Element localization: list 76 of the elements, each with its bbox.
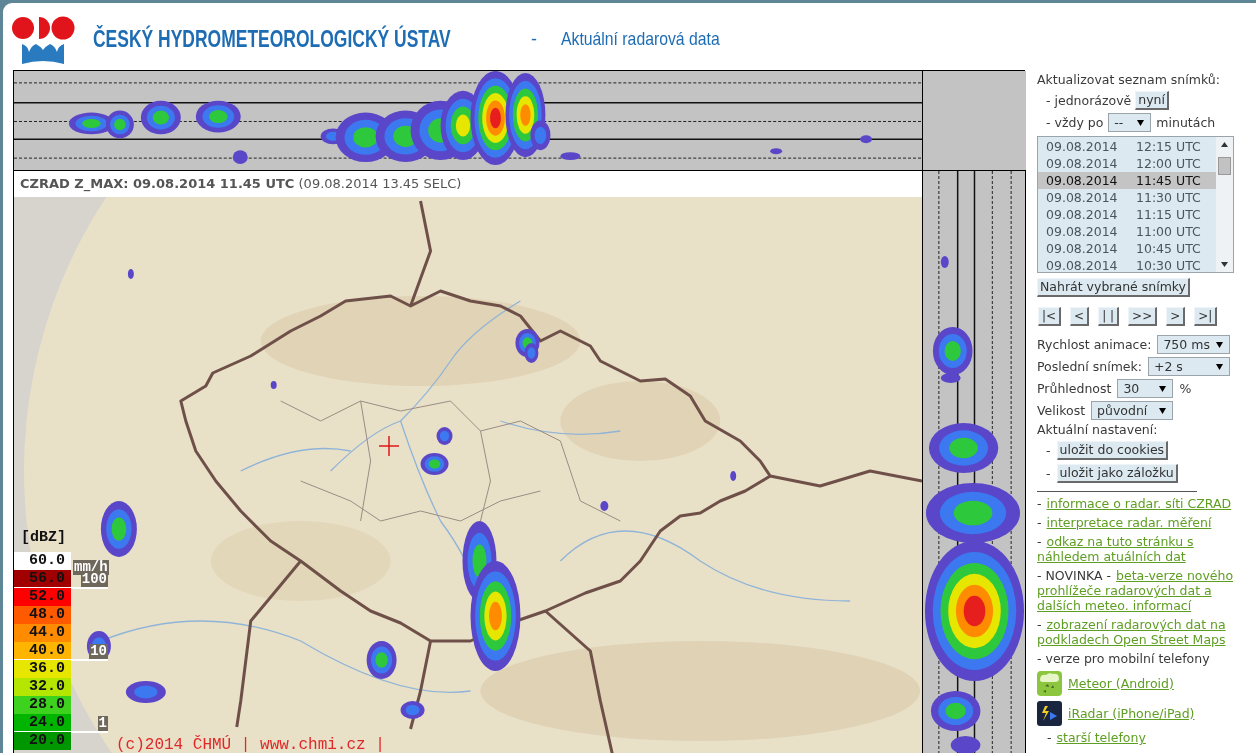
- load-frames-button[interactable]: Nahrát vybrané snímky: [1037, 278, 1190, 297]
- link-list-entry: - starší telefony: [1047, 730, 1256, 745]
- frame-option[interactable]: 09.08.2014 12:15 UTC: [1038, 138, 1216, 155]
- playback-button[interactable]: >: [1166, 307, 1186, 326]
- caret-down-icon: [1216, 341, 1224, 348]
- title-separator: -: [531, 28, 537, 51]
- link-list-entry: - odkaz na tuto stránku s náhledem atuálních dat: [1037, 534, 1256, 564]
- scroll-down-icon[interactable]: [1221, 262, 1228, 267]
- legend-value: 60.0: [14, 552, 71, 570]
- playback-button[interactable]: >>: [1128, 307, 1158, 326]
- frame-option[interactable]: 09.08.2014 10:30 UTC: [1038, 257, 1216, 274]
- link-list-entry: - NOVINKA - beta-verze nového prohlížeče radarových dat a dalších meteo. informací: [1037, 568, 1235, 613]
- frame-option[interactable]: 09.08.2014 11:00 UTC: [1038, 223, 1216, 240]
- scrollbar[interactable]: [1216, 137, 1233, 272]
- dropdown[interactable]: 30: [1117, 379, 1174, 398]
- dropdown[interactable]: 750 ms: [1157, 335, 1231, 354]
- caret-down-icon: [1137, 119, 1145, 126]
- refresh-once-label: - jednorázově: [1046, 93, 1132, 108]
- legend-value: 24.0: [14, 714, 71, 732]
- rain-cloud-app-icon: [1037, 671, 1062, 696]
- dropdown[interactable]: původní: [1091, 401, 1174, 420]
- refresh-now-button[interactable]: nyní: [1135, 91, 1169, 110]
- scroll-up-icon[interactable]: [1221, 142, 1228, 147]
- list-dash: -: [1046, 443, 1051, 458]
- site-title: ČESKÝ HYDROMETEOROLOGICKÝ ÚSTAV: [93, 24, 451, 55]
- save-settings-button[interactable]: uložit do cookies: [1056, 441, 1169, 460]
- rain-rate-label: 1: [97, 716, 108, 731]
- rain-rate-label: 10: [89, 644, 108, 659]
- playback-button[interactable]: | |: [1098, 307, 1120, 326]
- list-dash: -: [1046, 466, 1051, 481]
- lightning-app-icon: [1037, 701, 1062, 726]
- link-list-entry: - informace o radar. síti CZRAD: [1037, 496, 1256, 511]
- legend-value: 32.0: [14, 678, 71, 696]
- caret-down-icon: [1215, 363, 1223, 370]
- legend-value: 28.0: [14, 696, 71, 714]
- save-settings-button[interactable]: uložit jako záložku: [1056, 464, 1178, 483]
- playback-button[interactable]: >|: [1194, 307, 1218, 326]
- legend-value: 48.0: [14, 606, 71, 624]
- setting-label: Poslední snímek:: [1037, 359, 1142, 374]
- legend-value: 52.0: [14, 588, 71, 606]
- logo-icon: [12, 15, 75, 64]
- dropdown[interactable]: +2 s: [1147, 357, 1230, 376]
- legend-value: 20.0: [14, 732, 71, 750]
- page-subtitle: Aktuální radarová data: [561, 27, 720, 52]
- caret-down-icon: [1159, 385, 1167, 392]
- frame-option[interactable]: 09.08.2014 11:45 UTC: [1038, 172, 1216, 189]
- frame-option[interactable]: 09.08.2014 11:15 UTC: [1038, 206, 1216, 223]
- frame-list[interactable]: 09.08.2014 12:15 UTC 09.08.2014 12:00 UTC 09.08.2014 11:45 UTC 09.08.2014 11:30 UTC 09.08.2014 11:15 UTC 09.08.2014 11:00 UTC 09.08.2014 10:45 UTC 09.08.2014 10:30 UTC: [1037, 136, 1234, 273]
- refresh-interval-label: - vždy po: [1046, 115, 1104, 130]
- legend-value: 56.0: [14, 570, 71, 588]
- caret-down-icon: [1159, 407, 1167, 414]
- setting-label: Velikost: [1037, 403, 1086, 418]
- playback-button[interactable]: |<: [1038, 307, 1062, 326]
- crosshair-marker-icon: [379, 436, 399, 456]
- legend-value: 44.0: [14, 624, 71, 642]
- copyright-text: (c)2014 ČHMÚ | www.chmi.cz |: [116, 737, 385, 753]
- saved-settings-heading: Aktuální nastavení:: [1037, 422, 1159, 437]
- minutes-label: minutách: [1156, 115, 1216, 130]
- link-list-entry: - zobrazení radarových dat na podkladech Open Street Maps: [1037, 617, 1256, 647]
- link-list-entry: - interpretace radar. měření: [1037, 515, 1256, 530]
- setting-label: Průhlednost: [1037, 381, 1112, 396]
- playback-button[interactable]: <: [1070, 307, 1090, 326]
- list-text: - verze pro mobilní telefony: [1037, 651, 1211, 666]
- legend-unit-label: [dBZ]: [21, 529, 66, 546]
- refresh-heading: Aktualizovat seznam snímků:: [1037, 72, 1221, 87]
- rain-rate-label: 100: [80, 572, 108, 587]
- legend-value: 36.0: [14, 660, 71, 678]
- frame-option[interactable]: 09.08.2014 10:45 UTC: [1038, 240, 1216, 257]
- setting-label: Rychlost animace:: [1037, 337, 1152, 352]
- unit-label: %: [1179, 381, 1192, 396]
- scrollbar-thumb[interactable]: [1218, 157, 1231, 175]
- frame-option[interactable]: 09.08.2014 12:00 UTC: [1038, 155, 1216, 172]
- legend-value: 40.0: [14, 642, 71, 660]
- map-caption: CZRAD Z_MAX: 09.08.2014 11.45 UTC (09.08.2014 13.45 SELC): [20, 175, 462, 194]
- frame-option[interactable]: 09.08.2014 11:30 UTC: [1038, 189, 1216, 206]
- dropdown[interactable]: --: [1108, 113, 1152, 132]
